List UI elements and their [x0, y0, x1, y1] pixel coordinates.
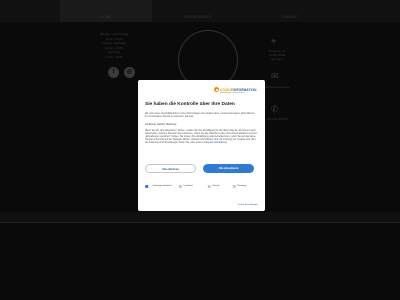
address-line: Germany — [270, 57, 284, 61]
toggle-functional[interactable]: Funktional — [176, 185, 193, 189]
opening-hours: Montag - Donnerstag 11:00 - 23:00 Freita… — [92, 32, 136, 60]
instagram-icon[interactable]: ◎ — [124, 67, 135, 78]
cookie-information-logo: COOKIEINFORMATION Einstellungen zu Ihren… — [214, 87, 260, 94]
phone-link[interactable]: +49 123 456789 — [262, 117, 292, 121]
reject-all-button[interactable]: Alle ablehnen — [145, 164, 196, 173]
footer-band — [0, 212, 400, 222]
footer-divider — [0, 222, 400, 223]
toggle-marketing[interactable]: Marketing — [230, 185, 247, 189]
dialog-title: Sie haben die Kontrolle über Ihre Daten — [145, 102, 235, 107]
toggle-switch[interactable] — [230, 185, 236, 189]
accept-all-button[interactable]: Alle akzeptieren — [203, 164, 254, 173]
toggle-switch[interactable] — [145, 185, 151, 189]
intro-text: Wir und unsere Geschäftspartner nutzen T… — [145, 113, 255, 118]
toggle-label: Statistik — [212, 185, 220, 188]
consent-text: Wenn Sie auf „Alle akzeptieren“ klicken,… — [145, 130, 257, 144]
consent-explanation: Wenn Sie auf „Alle akzeptieren“ klicken,… — [145, 130, 258, 145]
toggle-necessary[interactable]: Unbedingt erforderlich — [145, 185, 173, 189]
purposes-text: Funktional, Statistik, Marketing — [145, 124, 177, 126]
tab-restaurants[interactable]: RESTAURANTS — [152, 0, 244, 22]
mail-icon: ✉ — [271, 71, 279, 81]
hours-line: 12:00 - 22:00 — [105, 54, 123, 59]
toggle-statistics[interactable]: Statistik — [205, 185, 220, 189]
toggle-label: Marketing — [237, 185, 247, 188]
address: Musterstr. 12 12345 Stadt Germany — [262, 49, 292, 61]
brand-name-a: COOKIE — [220, 87, 234, 92]
facebook-icon[interactable]: f — [108, 67, 119, 78]
brand-subtitle: Einstellungen zu Ihren Daten — [220, 92, 245, 95]
consent-toggles: Unbedingt erforderlich Funktional Statis… — [145, 185, 258, 197]
cookie-consent-dialog: COOKIEINFORMATION Einstellungen zu Ihren… — [138, 80, 265, 211]
cookie-settings-link[interactable]: Cookie Einstellungen — [237, 204, 258, 206]
email-link[interactable]: info@restaurant.de — [262, 85, 292, 89]
toggle-label: Funktional — [183, 185, 193, 188]
location-pin-icon: ⌖ — [271, 36, 277, 46]
toggle-switch[interactable] — [176, 185, 182, 189]
privacy-policy-link[interactable]: Datenschutzerklärung — [204, 142, 226, 144]
toggle-label: Unbedingt erforderlich — [152, 185, 173, 188]
tab-kontakt[interactable]: KONTAKT — [244, 0, 336, 22]
phone-icon: ✆ — [271, 104, 279, 114]
tab-home[interactable]: HOME — [60, 0, 152, 22]
cookie-logo-icon — [214, 87, 219, 92]
brand-name-b: INFORMATION — [233, 87, 257, 92]
toggle-switch[interactable] — [205, 185, 211, 189]
top-navigation: HOME RESTAURANTS KONTAKT — [0, 0, 400, 22]
